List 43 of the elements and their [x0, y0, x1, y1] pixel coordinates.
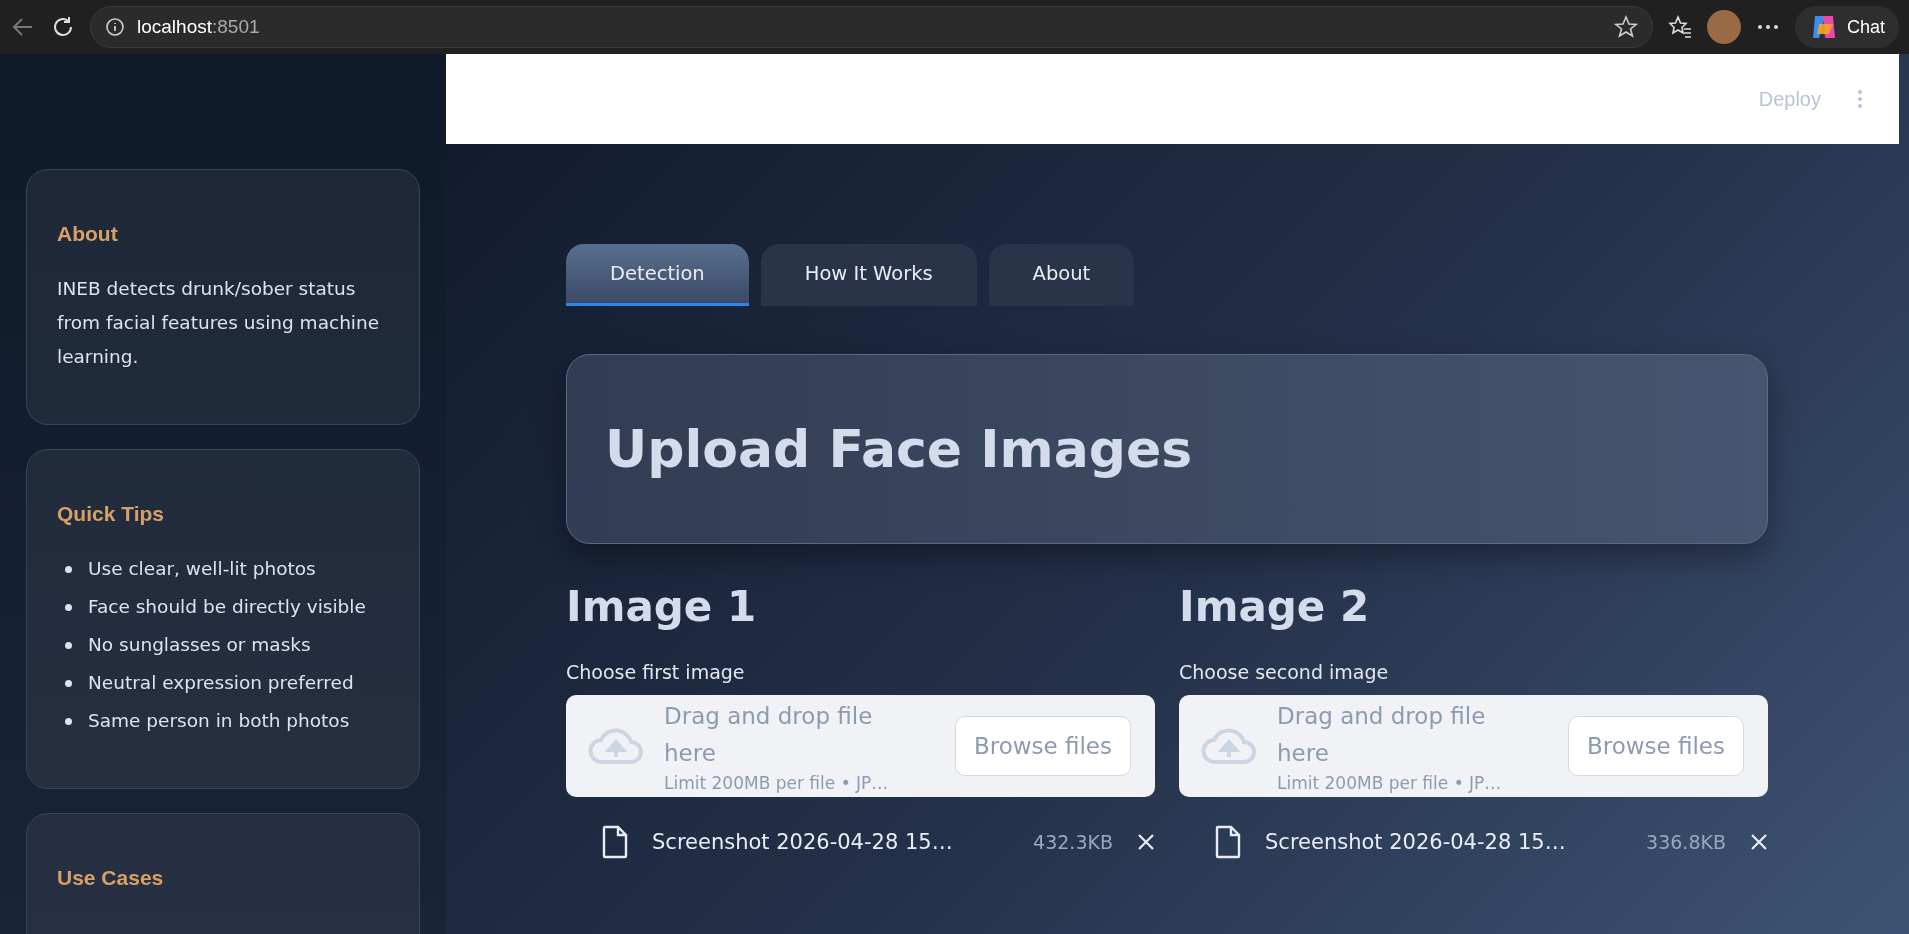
favorites-icon[interactable]	[1666, 14, 1693, 40]
bullet-icon	[65, 642, 72, 649]
card-title: About	[57, 222, 119, 246]
bullet-icon	[65, 718, 72, 725]
chat-button[interactable]: Chat	[1794, 6, 1899, 48]
file-icon	[1215, 825, 1241, 859]
profile-avatar[interactable]	[1706, 10, 1741, 44]
close-icon[interactable]	[1137, 833, 1155, 851]
tip-item: No sunglasses or masks	[88, 633, 311, 657]
drop-instruction: Drag and drop file here	[664, 702, 874, 768]
tab[interactable]: Detection	[566, 244, 749, 306]
info-icon	[105, 17, 125, 37]
tip-item: Use clear, well-lit photos	[88, 557, 316, 581]
card-title: Quick Tips	[57, 502, 165, 526]
star-icon[interactable]	[1613, 15, 1638, 39]
cloud-upload-icon	[588, 727, 644, 765]
uploader-label: Choose second image	[1179, 661, 1390, 683]
limit-text: Limit 200MB per file • JP…	[1277, 772, 1503, 794]
card-title: Use Cases	[57, 866, 165, 890]
bullet-icon	[65, 604, 72, 611]
drop-instruction: Drag and drop file here	[1277, 702, 1487, 768]
banner-title: Upload Face Images	[605, 419, 1193, 479]
file-size: 432.3KB	[1033, 831, 1113, 853]
url-text: localhost:8501	[137, 16, 260, 38]
card-text: INEB detects drunk/sober status from facial features using machine learning.	[57, 277, 381, 369]
file-icon	[602, 825, 628, 859]
file-name: Screenshot 2026-04-28 15…	[1265, 830, 1567, 854]
bullet-icon	[65, 566, 72, 573]
bullet-icon	[65, 680, 72, 687]
file-name: Screenshot 2026-04-28 15…	[652, 830, 954, 854]
tip-item: Neutral expression preferred	[88, 671, 354, 695]
tab[interactable]: How It Works	[760, 244, 977, 306]
image-heading: Image 2	[1179, 582, 1371, 631]
uploader-label: Choose first image	[566, 661, 746, 683]
tab[interactable]: About	[988, 244, 1135, 306]
image-heading: Image 1	[566, 582, 758, 631]
cloud-upload-icon	[1201, 727, 1257, 765]
file-size: 336.8KB	[1646, 831, 1726, 853]
tip-item: Same person in both photos	[88, 709, 350, 733]
close-icon[interactable]	[1750, 833, 1768, 851]
tip-item: Face should be directly visible	[88, 595, 366, 619]
address-bar[interactable]: localhost:8501	[90, 6, 1653, 48]
limit-text: Limit 200MB per file • JP…	[664, 772, 890, 794]
